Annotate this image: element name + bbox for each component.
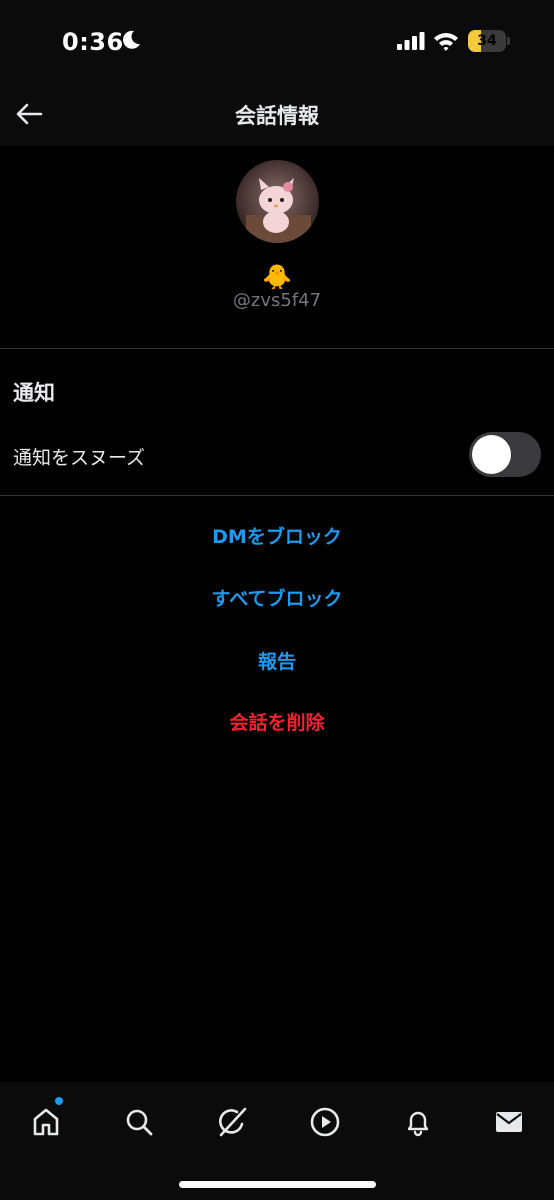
page-title: 会話情報 (235, 104, 319, 128)
report-button[interactable]: 報告 (0, 647, 554, 674)
header-bar: 会話情報 (0, 80, 554, 146)
grok-icon (219, 1107, 247, 1137)
nav-notifications[interactable] (396, 1100, 440, 1144)
block-dm-button[interactable]: DMをブロック (0, 522, 554, 549)
search-icon (126, 1109, 153, 1136)
battery-indicator: 34 (468, 30, 510, 52)
bottom-nav (0, 1082, 554, 1200)
play-circle-icon (310, 1107, 340, 1137)
battery-percent: 34 (477, 33, 497, 49)
cellular-signal-icon (397, 32, 425, 50)
toggle-knob (472, 435, 511, 474)
divider (0, 348, 554, 349)
username: @zvs5f47 (232, 290, 322, 311)
avatar[interactable] (236, 160, 319, 243)
bell-icon (407, 1111, 429, 1137)
display-name: 🐥 (262, 263, 292, 291)
status-bar: 0:36 34 (0, 0, 554, 80)
nav-search[interactable] (117, 1100, 161, 1144)
delete-conversation-button[interactable]: 会話を削除 (0, 708, 554, 735)
divider (0, 495, 554, 496)
home-indicator (179, 1181, 376, 1188)
nav-grok[interactable] (210, 1100, 254, 1144)
moon-icon (123, 30, 140, 49)
wifi-icon (434, 33, 458, 51)
status-time: 0:36 (62, 28, 124, 56)
snooze-toggle[interactable] (469, 432, 541, 477)
notifications-section-title: 通知 (13, 381, 55, 405)
nav-home[interactable] (24, 1100, 68, 1144)
mail-icon (496, 1112, 522, 1132)
nav-messages[interactable] (487, 1100, 531, 1144)
nav-video[interactable] (303, 1100, 347, 1144)
block-all-button[interactable]: すべてブロック (0, 584, 554, 611)
home-icon (33, 1108, 59, 1136)
snooze-label: 通知をスヌーズ (13, 447, 146, 469)
notification-dot (55, 1097, 63, 1105)
